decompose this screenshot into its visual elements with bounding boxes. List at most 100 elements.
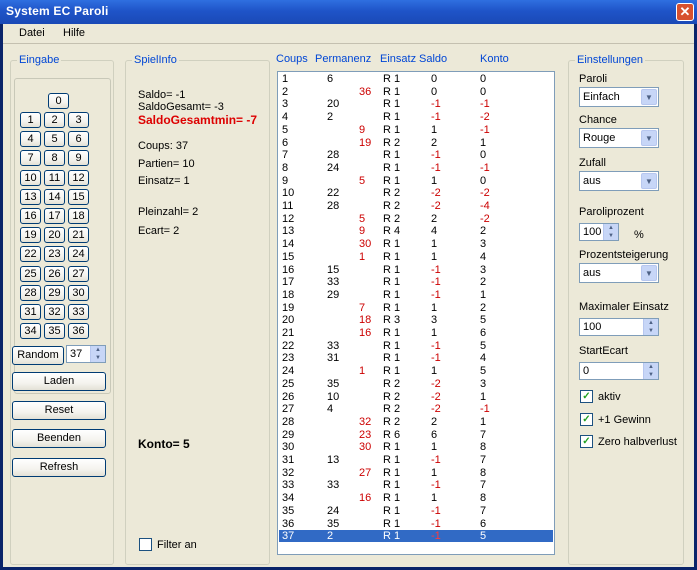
list-item[interactable]: 28 32 R 2 2 1 bbox=[279, 416, 553, 428]
number-button-19[interactable]: 19 bbox=[20, 227, 41, 244]
chevron-down-icon[interactable]: ▼ bbox=[641, 89, 657, 105]
number-button-7[interactable]: 7 bbox=[20, 150, 41, 167]
list-item[interactable]: 30 30 R 1 1 8 bbox=[279, 441, 553, 453]
zufall-select[interactable]: aus ▼ bbox=[579, 171, 659, 191]
number-button-31[interactable]: 31 bbox=[20, 304, 41, 320]
list-item[interactable]: 12 5 R 2 2 -2 bbox=[279, 213, 553, 225]
list-item[interactable]: 11 28 R 2 -2 -4 bbox=[279, 200, 553, 212]
list-item[interactable]: 16 15 R 1 -1 3 bbox=[279, 264, 553, 276]
list-item[interactable]: 37 2 R 1 -1 5 bbox=[279, 530, 553, 543]
number-button-13[interactable]: 13 bbox=[20, 188, 41, 205]
number-button-22[interactable]: 22 bbox=[20, 246, 41, 263]
number-button-12[interactable]: 12 bbox=[68, 169, 89, 186]
number-button-24[interactable]: 24 bbox=[68, 246, 89, 263]
paroliprozent-stepper[interactable]: 100 ▲ ▼ bbox=[579, 223, 619, 241]
number-button-14[interactable]: 14 bbox=[44, 188, 65, 205]
list-item[interactable]: 3 20 R 1 -1 -1 bbox=[279, 98, 553, 110]
list-item[interactable]: 5 9 R 1 1 -1 bbox=[279, 124, 553, 136]
list-item[interactable]: 29 23 R 6 6 7 bbox=[279, 429, 553, 441]
number-button-4[interactable]: 4 bbox=[20, 131, 41, 148]
list-item[interactable]: 7 28 R 1 -1 0 bbox=[279, 149, 553, 161]
number-button-11[interactable]: 11 bbox=[44, 169, 65, 186]
list-item[interactable]: 32 27 R 1 1 8 bbox=[279, 467, 553, 479]
prozentsteigerung-select[interactable]: aus ▼ bbox=[579, 263, 659, 283]
max-einsatz-stepper[interactable]: 100 ▲ ▼ bbox=[579, 318, 659, 336]
stepper-arrows-icon[interactable]: ▲ ▼ bbox=[603, 224, 618, 240]
number-button-20[interactable]: 20 bbox=[44, 227, 65, 244]
refresh-button[interactable]: Refresh bbox=[12, 458, 106, 477]
list-item[interactable]: 36 35 R 1 -1 6 bbox=[279, 518, 553, 530]
number-button-35[interactable]: 35 bbox=[44, 323, 65, 340]
list-item[interactable]: 1 6 R 1 0 0 bbox=[279, 73, 553, 85]
number-button-33[interactable]: 33 bbox=[68, 304, 89, 320]
number-button-26[interactable]: 26 bbox=[44, 265, 65, 282]
list-item[interactable]: 4 2 R 1 -1 -2 bbox=[279, 111, 553, 123]
number-button-10[interactable]: 10 bbox=[20, 169, 41, 186]
list-item[interactable]: 31 13 R 1 -1 7 bbox=[279, 454, 553, 466]
number-button-8[interactable]: 8 bbox=[44, 150, 65, 167]
random-count-stepper[interactable]: 37 ▲ ▼ bbox=[66, 345, 106, 363]
list-item[interactable]: 24 1 R 1 1 5 bbox=[279, 365, 553, 377]
list-item[interactable]: 26 10 R 2 -2 1 bbox=[279, 391, 553, 403]
number-button-5[interactable]: 5 bbox=[44, 131, 65, 148]
number-button-16[interactable]: 16 bbox=[20, 208, 41, 224]
list-item[interactable]: 34 16 R 1 1 8 bbox=[279, 492, 553, 504]
menu-datei[interactable]: Datei bbox=[19, 27, 45, 39]
stepper-arrows-icon[interactable]: ▲ ▼ bbox=[643, 363, 658, 379]
menu-hilfe[interactable]: Hilfe bbox=[63, 27, 85, 39]
number-button-15[interactable]: 15 bbox=[68, 188, 89, 205]
list-item[interactable]: 6 19 R 2 2 1 bbox=[279, 137, 553, 149]
reset-button[interactable]: Reset bbox=[12, 401, 106, 420]
startecart-stepper[interactable]: 0 ▲ ▼ bbox=[579, 362, 659, 380]
chevron-down-icon[interactable]: ▼ bbox=[641, 173, 657, 189]
number-button-2[interactable]: 2 bbox=[44, 112, 65, 128]
number-button-28[interactable]: 28 bbox=[20, 284, 41, 301]
list-item[interactable]: 19 7 R 1 1 2 bbox=[279, 302, 553, 314]
list-item[interactable]: 20 18 R 3 3 5 bbox=[279, 314, 553, 326]
list-item[interactable]: 25 35 R 2 -2 3 bbox=[279, 378, 553, 390]
number-button-21[interactable]: 21 bbox=[68, 227, 89, 244]
number-button-18[interactable]: 18 bbox=[68, 208, 89, 224]
number-button-25[interactable]: 25 bbox=[20, 265, 41, 282]
list-item[interactable]: 9 5 R 1 1 0 bbox=[279, 175, 553, 187]
random-button[interactable]: Random bbox=[12, 346, 64, 365]
list-item[interactable]: 27 4 R 2 -2 -1 bbox=[279, 403, 553, 415]
number-button-1[interactable]: 1 bbox=[20, 112, 41, 128]
aktiv-checkbox[interactable]: ✓ bbox=[580, 390, 593, 403]
number-button-17[interactable]: 17 bbox=[44, 208, 65, 224]
number-button-27[interactable]: 27 bbox=[68, 265, 89, 282]
title-bar[interactable]: System EC Paroli ✕ bbox=[0, 0, 697, 24]
filter-checkbox[interactable] bbox=[139, 538, 152, 551]
list-item[interactable]: 22 33 R 1 -1 5 bbox=[279, 340, 553, 352]
beenden-button[interactable]: Beenden bbox=[12, 429, 106, 448]
laden-button[interactable]: Laden bbox=[12, 372, 106, 391]
zero-halbverlust-checkbox[interactable]: ✓ bbox=[580, 435, 593, 448]
chance-select[interactable]: Rouge ▼ bbox=[579, 128, 659, 148]
list-item[interactable]: 21 16 R 116 bbox=[279, 327, 553, 339]
number-button-9[interactable]: 9 bbox=[68, 150, 89, 167]
stepper-arrows-icon[interactable]: ▲ ▼ bbox=[90, 346, 105, 362]
plus-one-gewinn-checkbox[interactable]: ✓ bbox=[580, 413, 593, 426]
number-button-0[interactable]: 0 bbox=[48, 93, 69, 109]
list-item[interactable]: 13 9 R 4 4 2 bbox=[279, 225, 553, 237]
close-icon[interactable]: ✕ bbox=[676, 3, 694, 21]
number-button-36[interactable]: 36 bbox=[68, 323, 89, 340]
list-item[interactable]: 17 33 R 1 -1 2 bbox=[279, 276, 553, 288]
list-item[interactable]: 2 36 R 1 0 0 bbox=[279, 86, 553, 98]
number-button-34[interactable]: 34 bbox=[20, 323, 41, 340]
paroli-select[interactable]: Einfach ▼ bbox=[579, 87, 659, 107]
number-button-30[interactable]: 30 bbox=[68, 284, 89, 301]
chevron-down-icon[interactable]: ▼ bbox=[641, 265, 657, 281]
list-item[interactable]: 8 24 R 1 -1 -1 bbox=[279, 162, 553, 174]
coups-listbox[interactable]: 16R 1 0 0 2 36 R 1 0 0 3 20 R 1 -1 -1 4 2 R 1 -1 -2 5 9 R 11… bbox=[277, 71, 555, 555]
list-item[interactable]: 18 29 R 1 -1 1 bbox=[279, 289, 553, 301]
number-button-29[interactable]: 29 bbox=[44, 284, 65, 301]
list-item[interactable]: 14 30 R 1 1 3 bbox=[279, 238, 553, 250]
chevron-down-icon[interactable]: ▼ bbox=[641, 130, 657, 146]
stepper-arrows-icon[interactable]: ▲ ▼ bbox=[643, 319, 658, 335]
list-item[interactable]: 35 24 R 1 -1 7 bbox=[279, 505, 553, 517]
number-button-23[interactable]: 23 bbox=[44, 246, 65, 263]
number-button-3[interactable]: 3 bbox=[68, 112, 89, 128]
list-item[interactable]: 23 31 R 1 -1 4 bbox=[279, 352, 553, 364]
number-button-32[interactable]: 32 bbox=[44, 304, 65, 320]
